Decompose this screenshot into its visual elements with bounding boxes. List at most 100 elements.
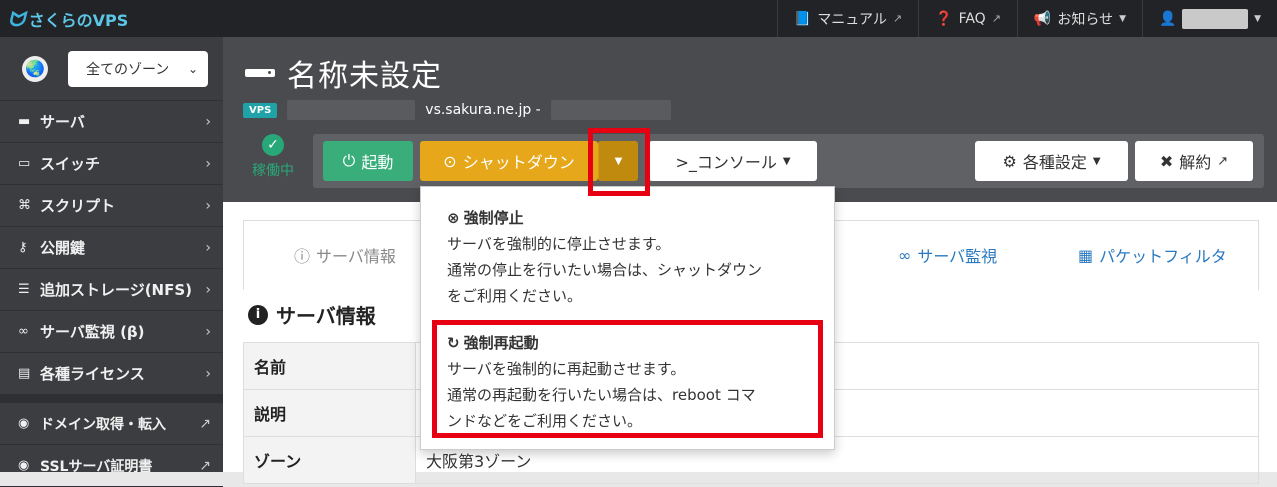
console-button[interactable]: >_コンソール ▼	[649, 141, 817, 181]
cancel-label: 解約	[1179, 153, 1212, 172]
manual-label: マニュアル	[817, 11, 887, 28]
top-bar: ᗢ さくらのVPS 📘 マニュアル ↗ ❓ FAQ ↗ 📢 お知らせ ▼ 👤 ▼	[0, 0, 1277, 37]
brand-logo[interactable]: ᗢ さくらのVPS	[0, 7, 220, 31]
table-key: 名前	[243, 342, 416, 390]
tab-server-monitor[interactable]: ∞ サーバ監視	[898, 243, 997, 267]
globe-icon: ◉	[18, 458, 30, 473]
license-icon: ▤	[18, 366, 31, 381]
tab-packet-filter[interactable]: ▦ パケットフィルタ	[1078, 243, 1227, 267]
server-icon	[245, 69, 275, 77]
cancel-contract-button[interactable]: ✖ 解約 ↗	[1135, 141, 1253, 181]
chevron-down-icon: ⌄	[187, 61, 198, 76]
sidebar-item-key[interactable]: ⚷ 公開鍵 ›	[0, 227, 223, 269]
force-stop-desc-1: サーバを強制的に停止させます。	[447, 235, 671, 253]
section-title-text: サーバ情報	[276, 304, 376, 328]
sidebar-item-label: スイッチ	[40, 155, 101, 173]
sidebar-item-license[interactable]: ▤ 各種ライセンス ›	[0, 353, 223, 395]
settings-button[interactable]: ⚙ 各種設定 ▼	[975, 141, 1128, 181]
user-icon: 👤	[1159, 10, 1177, 27]
external-link-icon: ↗	[991, 12, 1001, 25]
sidebar-item-label: スクリプト	[40, 197, 116, 215]
switch-icon: ▭	[18, 156, 31, 171]
stop-circle-icon: ⊙	[443, 151, 457, 171]
section-title: i サーバ情報	[248, 300, 376, 329]
sidebar: 🌏 全てのゾーン ⌄ ▬ サーバ › ▭ スイッチ › ⌘ スクリプト › ⚷ …	[0, 37, 223, 487]
check-circle-icon: ✓	[262, 134, 284, 156]
sidebar-item-server[interactable]: ▬ サーバ ›	[0, 101, 223, 143]
chevron-right-icon: ›	[205, 155, 211, 172]
external-link-icon: ↗	[892, 12, 903, 25]
host-prefix-redacted	[287, 100, 416, 120]
sidebar-item-label: 追加ストレージ(NFS)	[40, 281, 193, 299]
highlight-dropdown-toggle	[588, 128, 650, 196]
menu-item-force-stop[interactable]: ⊗ 強制停止 サーバを強制的に停止させます。 通常の停止を行いたい場合は、シャッ…	[447, 205, 819, 309]
page-title: 名称未設定	[287, 59, 442, 94]
tab-server-info[interactable]: ⓘ サーバ情報	[294, 243, 396, 267]
binoculars-icon: ∞	[18, 324, 29, 339]
news-menu[interactable]: 📢 お知らせ ▼	[1016, 0, 1142, 37]
external-link-icon: ↗	[1217, 153, 1229, 169]
force-stop-header: ⊗ 強制停止	[447, 205, 819, 231]
user-name-redacted	[1182, 8, 1249, 29]
sidebar-item-ssl[interactable]: ◉ SSLサーバ証明書 ↗	[0, 445, 223, 487]
info-icon: i	[248, 304, 268, 325]
book-icon: 📘	[793, 10, 812, 27]
external-link-icon: ↗	[199, 415, 211, 432]
sidebar-item-monitor[interactable]: ∞ サーバ監視 (β) ›	[0, 311, 223, 353]
status-label: 稼働中	[252, 163, 294, 179]
host-row: VPS vs.sakura.ne.jp -	[243, 100, 671, 120]
force-stop-desc-3: をご利用ください。	[447, 287, 583, 305]
tab-label: サーバ監視	[917, 247, 998, 266]
sidebar-item-label: ドメイン取得・転入	[40, 416, 166, 433]
table-key: 説明	[243, 389, 416, 437]
chevron-right-icon: ›	[205, 197, 211, 214]
start-button[interactable]: ⏻ 起動	[323, 141, 413, 181]
gear-icon: ⚙	[1002, 151, 1017, 171]
globe-icon: ◉	[18, 416, 30, 431]
sidebar-item-label: サーバ監視 (β)	[40, 323, 145, 341]
power-icon: ⏻	[342, 151, 356, 170]
sakura-logo-icon: ᗢ	[8, 6, 25, 31]
sidebar-item-label: サーバ	[40, 113, 85, 131]
force-stop-title: 強制停止	[463, 209, 524, 227]
caret-down-icon: ▼	[782, 155, 791, 167]
zone-row: 🌏 全てのゾーン ⌄	[0, 37, 223, 101]
brand-name: さくらのVPS	[28, 10, 129, 30]
sidebar-item-label: 各種ライセンス	[40, 365, 145, 383]
sidebar-item-storage[interactable]: ☰ 追加ストレージ(NFS) ›	[0, 269, 223, 311]
force-stop-desc-2: 通常の停止を行いたい場合は、シャットダウン	[447, 261, 763, 279]
globe-icon: 🌏	[22, 55, 48, 82]
settings-label: 各種設定	[1022, 153, 1087, 172]
host-name: vs.sakura.ne.jp -	[425, 102, 541, 118]
shutdown-button[interactable]: ⊙ シャットダウン	[420, 141, 598, 181]
shutdown-label: シャットダウン	[462, 153, 575, 172]
highlight-force-restart	[432, 320, 823, 438]
zone-select[interactable]: 全てのゾーン ⌄	[68, 50, 208, 87]
chevron-right-icon: ›	[205, 323, 211, 340]
news-label: お知らせ	[1057, 11, 1114, 28]
vps-badge: VPS	[243, 102, 278, 118]
close-icon: ✖	[1159, 151, 1174, 171]
sidebar-item-script[interactable]: ⌘ スクリプト ›	[0, 185, 223, 227]
sidebar-item-switch[interactable]: ▭ スイッチ ›	[0, 143, 223, 185]
user-menu[interactable]: 👤 ▼	[1142, 0, 1277, 37]
top-nav: 📘 マニュアル ↗ ❓ FAQ ↗ 📢 お知らせ ▼ 👤 ▼	[776, 0, 1277, 37]
key-icon: ⚷	[18, 240, 28, 255]
storage-icon: ☰	[18, 282, 30, 297]
chevron-right-icon: ›	[205, 239, 211, 256]
info-icon: ⓘ	[294, 247, 311, 266]
server-title-row: 名称未設定	[245, 51, 442, 95]
sidebar-item-label: SSLサーバ証明書	[40, 458, 153, 475]
caret-down-icon: ▼	[1119, 13, 1126, 24]
console-label: >_コンソール	[675, 153, 777, 172]
faq-link[interactable]: ❓ FAQ ↗	[918, 0, 1017, 37]
question-icon: ❓	[935, 10, 953, 27]
server-icon: ▬	[18, 114, 31, 129]
manual-link[interactable]: 📘 マニュアル ↗	[776, 0, 918, 37]
status-indicator: ✓ 稼働中	[243, 134, 303, 180]
chevron-right-icon: ›	[205, 113, 211, 130]
ip-redacted	[550, 100, 671, 120]
sidebar-item-domain[interactable]: ◉ ドメイン取得・転入 ↗	[0, 403, 223, 445]
start-label: 起動	[361, 153, 394, 172]
tab-label: サーバ情報	[316, 247, 396, 266]
